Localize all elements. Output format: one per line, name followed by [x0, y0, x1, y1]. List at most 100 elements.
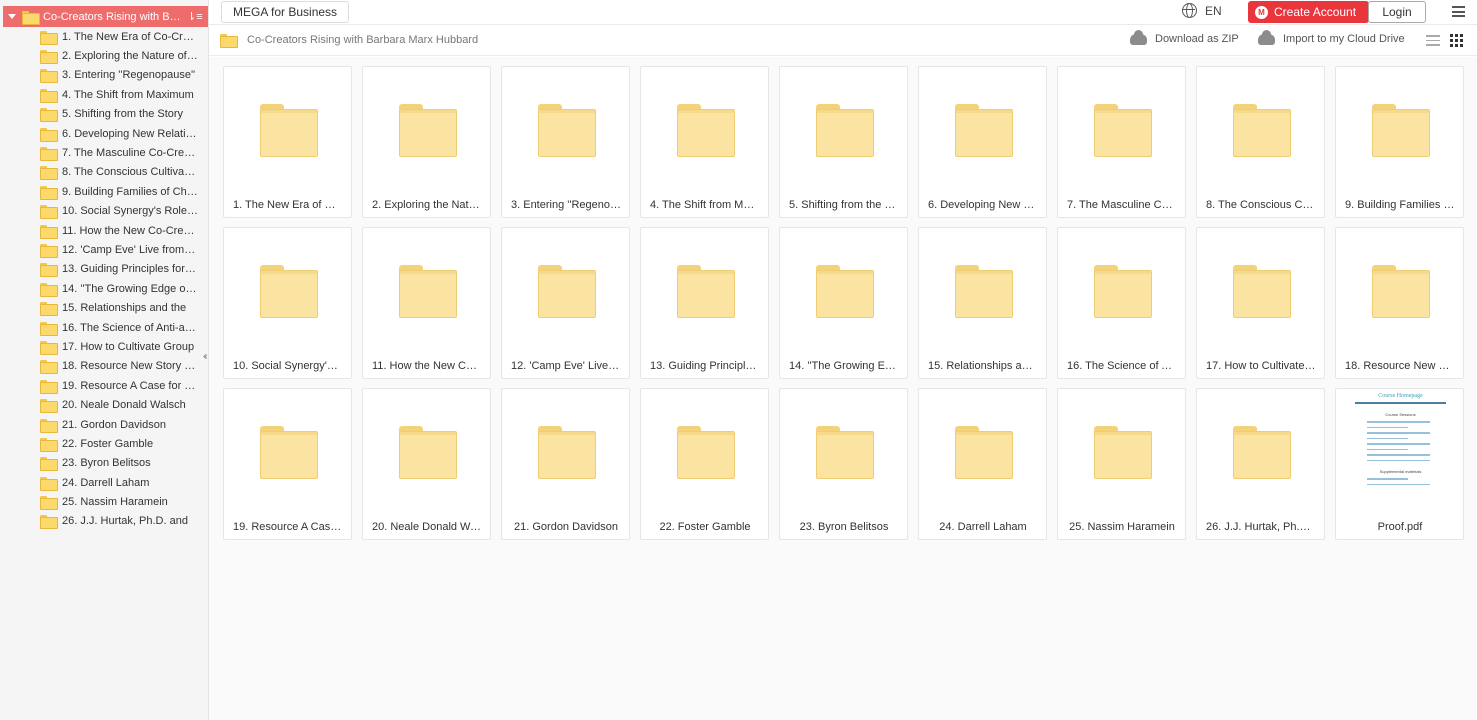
tree-item[interactable]: 11. How the New Co-Creation — [0, 221, 208, 240]
tree-item[interactable]: 12. 'Camp Eve' Live from the — [0, 240, 208, 259]
tree-item[interactable]: 22. Foster Gamble — [0, 434, 208, 453]
folder-icon — [40, 515, 58, 530]
file-card[interactable]: Course Homepage Course Sessions Supplement… — [1335, 388, 1464, 540]
tree-item[interactable]: 15. Relationships and the — [0, 298, 208, 317]
hamburger-menu-icon[interactable] — [1452, 6, 1465, 17]
folder-card[interactable]: 10. Social Synergy's Role in — [223, 227, 352, 379]
folder-icon — [1094, 104, 1152, 158]
tree-item[interactable]: 9. Building Families of Choice — [0, 182, 208, 201]
caret-down-icon[interactable] — [8, 14, 16, 19]
item-name: 11. How the New Co-Creation — [372, 360, 482, 372]
folder-card[interactable]: 18. Resource New Story Summit — [1335, 227, 1464, 379]
list-view-icon[interactable] — [1426, 35, 1440, 46]
folder-card[interactable]: 20. Neale Donald Walsch — [362, 388, 491, 540]
tree-item[interactable]: 6. Developing New Relationships — [0, 124, 208, 143]
folder-card[interactable]: 19. Resource A Case for Now — [223, 388, 352, 540]
folder-icon — [1233, 265, 1291, 319]
import-label: Import to my Cloud Drive — [1283, 33, 1405, 45]
folder-card[interactable]: 5. Shifting from the Story — [779, 66, 908, 218]
folder-icon — [40, 185, 58, 200]
item-name: 23. Byron Belitsos — [799, 521, 889, 533]
app-window: Co-Creators Rising with Barbara Marx Hub… — [0, 0, 1477, 720]
folder-card[interactable]: 14. ''The Growing Edge of the — [779, 227, 908, 379]
folder-card[interactable]: 9. Building Families of Choice — [1335, 66, 1464, 218]
folder-card[interactable]: 11. How the New Co-Creation — [362, 227, 491, 379]
tree-item[interactable]: 3. Entering ''Regenopause'' — [0, 66, 208, 85]
tree-item[interactable]: 26. J.J. Hurtak, Ph.D. and — [0, 512, 208, 531]
tree-item[interactable]: 16. The Science of Anti-aging — [0, 318, 208, 337]
folder-icon — [40, 127, 58, 142]
item-name: 2. Exploring the Nature of the — [372, 199, 482, 211]
folder-icon — [40, 282, 58, 297]
folder-icon — [260, 426, 318, 480]
item-name: 6. Developing New Relationships — [928, 199, 1038, 211]
item-name: 17. How to Cultivate Group — [1206, 360, 1316, 372]
folder-card[interactable]: 4. The Shift from Maximum — [640, 66, 769, 218]
mega-logo-icon: M — [1255, 5, 1268, 19]
tree-item-label: 11. How the New Co-Creation — [62, 224, 198, 237]
tree-item-label: 2. Exploring the Nature of the — [62, 50, 198, 63]
item-name: 20. Neale Donald Walsch — [372, 521, 482, 533]
folder-card[interactable]: 13. Guiding Principles for the — [640, 227, 769, 379]
folder-card[interactable]: 1. The New Era of Co-Creators — [223, 66, 352, 218]
folder-card[interactable]: 8. The Conscious Cultivation — [1196, 66, 1325, 218]
tree-item[interactable]: 25. Nassim Haramein — [0, 492, 208, 511]
tree-item-label: 23. Byron Belitsos — [62, 457, 151, 470]
tree-item[interactable]: 18. Resource New Story Summit — [0, 357, 208, 376]
language-selector[interactable]: EN — [1182, 3, 1222, 18]
folder-card[interactable]: 2. Exploring the Nature of the — [362, 66, 491, 218]
import-cloud-drive-button[interactable]: Import to my Cloud Drive — [1258, 29, 1405, 45]
folder-card[interactable]: 26. J.J. Hurtak, Ph.D. and — [1196, 388, 1325, 540]
download-zip-button[interactable]: Download as ZIP — [1130, 29, 1239, 45]
tree-item[interactable]: 14. ''The Growing Edge of the — [0, 279, 208, 298]
login-button[interactable]: Login — [1368, 1, 1426, 23]
cloud-upload-icon — [1258, 29, 1275, 45]
pdf-thumb-sub: Course Sessions — [1385, 412, 1416, 417]
tree-item[interactable]: 4. The Shift from Maximum — [0, 85, 208, 104]
folder-icon — [40, 418, 58, 433]
folder-icon — [22, 10, 40, 25]
folder-icon — [399, 265, 457, 319]
tree-item[interactable]: 2. Exploring the Nature of the — [0, 46, 208, 65]
tree-item[interactable]: 8. The Conscious Cultivation — [0, 163, 208, 182]
folder-card[interactable]: 16. The Science of Anti-aging — [1057, 227, 1186, 379]
folder-icon — [40, 243, 58, 258]
folder-icon — [955, 104, 1013, 158]
folder-icon — [955, 265, 1013, 319]
folder-card[interactable]: 7. The Masculine Co-Creator — [1057, 66, 1186, 218]
tree-item[interactable]: 21. Gordon Davidson — [0, 415, 208, 434]
tree-root-folder[interactable]: Co-Creators Rising with Barbara Marx Hub… — [3, 6, 208, 27]
tree-item[interactable]: 19. Resource A Case for Now — [0, 376, 208, 395]
create-account-button[interactable]: M Create Account — [1248, 1, 1369, 23]
tree-item[interactable]: 7. The Masculine Co-Creator — [0, 143, 208, 162]
folder-card[interactable]: 21. Gordon Davidson — [501, 388, 630, 540]
tree-item[interactable]: 5. Shifting from the Story — [0, 105, 208, 124]
folder-card[interactable]: 22. Foster Gamble — [640, 388, 769, 540]
folder-card[interactable]: 23. Byron Belitsos — [779, 388, 908, 540]
tree-item[interactable]: 20. Neale Donald Walsch — [0, 395, 208, 414]
folder-card[interactable]: 24. Darrell Laham — [918, 388, 1047, 540]
tree-item-label: 13. Guiding Principles for the — [62, 263, 198, 276]
folder-card[interactable]: 3. Entering ''Regenopause'' — [501, 66, 630, 218]
folder-card[interactable]: 6. Developing New Relationships — [918, 66, 1047, 218]
sort-icon[interactable]: ⇂≡ — [187, 10, 203, 23]
tree-item-label: 21. Gordon Davidson — [62, 418, 166, 431]
folder-card[interactable]: 15. Relationships and the — [918, 227, 1047, 379]
tree-item[interactable]: 13. Guiding Principles for the — [0, 260, 208, 279]
folder-card[interactable]: 12. 'Camp Eve' Live from the — [501, 227, 630, 379]
mega-for-business-button[interactable]: MEGA for Business — [221, 1, 350, 23]
tree-item[interactable]: 1. The New Era of Co-Creators — [0, 27, 208, 46]
tree-item[interactable]: 24. Darrell Laham — [0, 473, 208, 492]
tree-item-label: 5. Shifting from the Story — [62, 108, 184, 121]
folder-card[interactable]: 17. How to Cultivate Group — [1196, 227, 1325, 379]
folder-card[interactable]: 25. Nassim Haramein — [1057, 388, 1186, 540]
grid-view-icon[interactable] — [1450, 34, 1463, 47]
folder-icon — [538, 104, 596, 158]
collapse-sidebar-icon[interactable]: ‹‹ — [203, 351, 207, 362]
tree-item[interactable]: 17. How to Cultivate Group — [0, 337, 208, 356]
folder-icon — [1094, 265, 1152, 319]
tree-item[interactable]: 10. Social Synergy's Role in — [0, 202, 208, 221]
tree-item[interactable]: 23. Byron Belitsos — [0, 454, 208, 473]
item-name: 5. Shifting from the Story — [789, 199, 899, 211]
folder-icon — [40, 457, 58, 472]
